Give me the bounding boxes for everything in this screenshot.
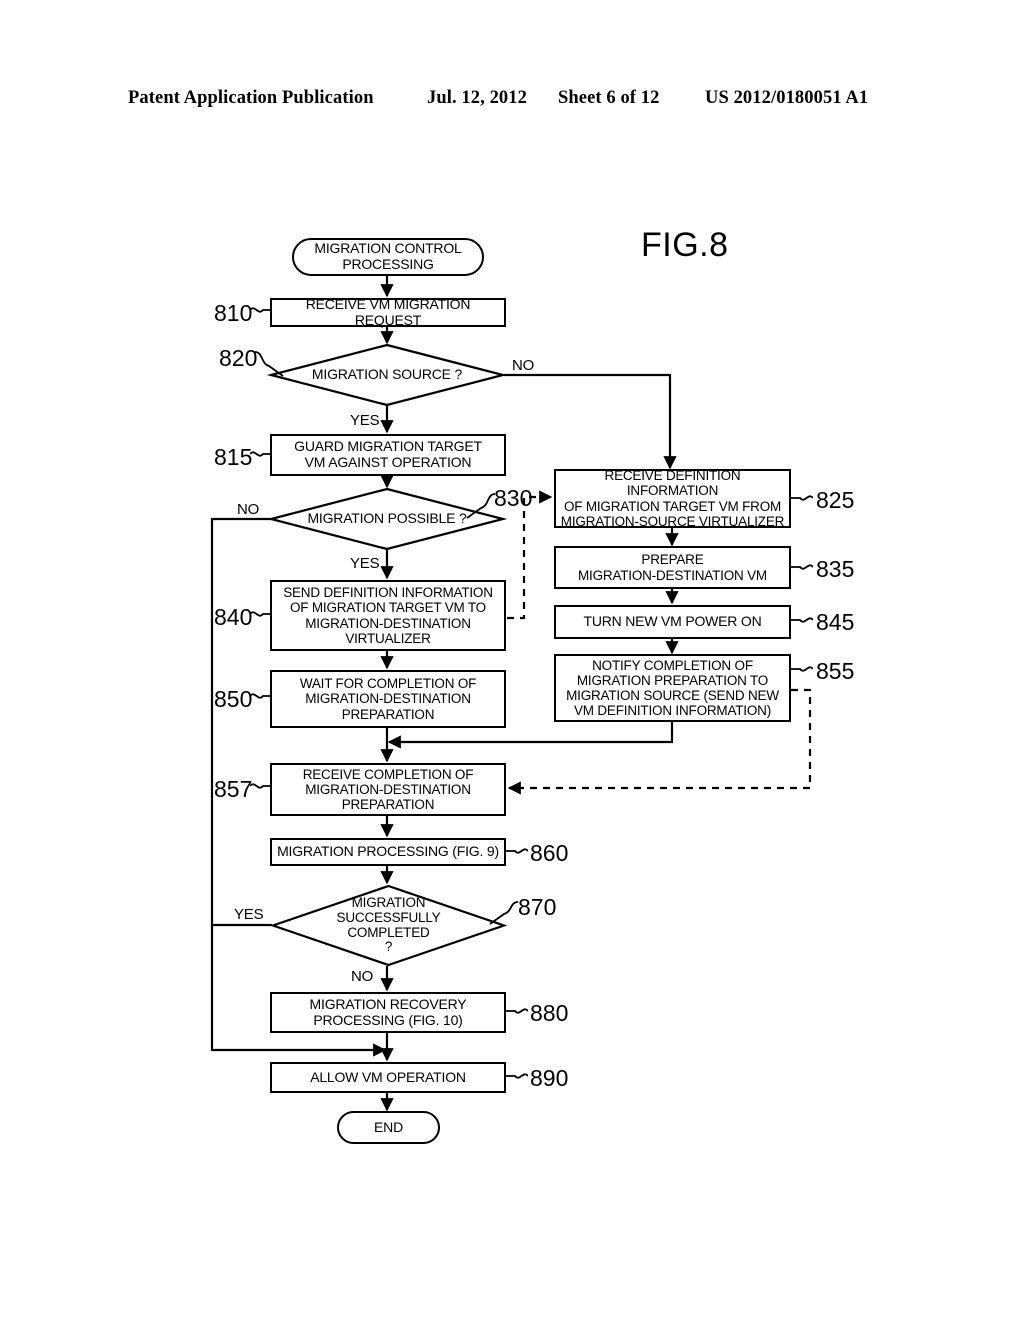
ref-857: 857	[214, 776, 253, 802]
ref-835-leader	[791, 564, 813, 570]
node-825-receive-definition-information: RECEIVE DEFINITION INFORMATION OF MIGRATI…	[554, 468, 791, 529]
node-890-label: ALLOW VM OPERATION	[310, 1068, 466, 1085]
node-870-label: MIGRATION SUCCESSFULLY COMPLETED?	[336, 894, 441, 955]
ref-815: 815	[214, 444, 253, 470]
ref-890: 890	[530, 1065, 569, 1091]
patent-figure-sheet: Patent Application Publication Jul. 12, …	[0, 0, 1024, 1320]
flowchart-connectors	[210, 276, 812, 1112]
branch-label-820-yes: YES	[350, 412, 380, 429]
ref-860: 860	[530, 840, 569, 866]
node-855-notify-completion-of-migration-preparation: NOTIFY COMPLETION OF MIGRATION PREPARATIO…	[554, 654, 791, 722]
node-810-receive-vm-migration-request: RECEIVE VM MIGRATION REQUEST	[270, 295, 506, 328]
ref-840: 840	[214, 604, 253, 630]
ref-825: 825	[816, 487, 855, 513]
ref-845-leader	[791, 617, 813, 623]
node-835-label: PREPARE MIGRATION-DESTINATION VM	[578, 552, 767, 583]
node-880-label: MIGRATION RECOVERY PROCESSING (FIG. 10)	[309, 995, 467, 1028]
ref-860-leader	[506, 848, 528, 854]
node-860-migration-processing: MIGRATION PROCESSING (FIG. 9)	[270, 838, 506, 866]
node-857-receive-completion: RECEIVE COMPLETION OF MIGRATION-DESTINATI…	[270, 763, 506, 816]
ref-820: 820	[219, 345, 258, 371]
node-start-label: MIGRATION CONTROL PROCESSING	[314, 240, 462, 272]
ref-835: 835	[816, 556, 855, 582]
node-840-label: SEND DEFINITION INFORMATION OF MIGRATION …	[283, 585, 493, 646]
branch-label-820-no: NO	[512, 357, 535, 374]
node-845-label: TURN NEW VM POWER ON	[583, 613, 762, 630]
node-845-turn-new-vm-power-on: TURN NEW VM POWER ON	[554, 605, 791, 639]
node-855-label: NOTIFY COMPLETION OF MIGRATION PREPARATIO…	[566, 657, 779, 719]
ref-820-leader	[255, 351, 284, 377]
node-850-label: WAIT FOR COMPLETION OF MIGRATION-DESTINAT…	[299, 676, 477, 722]
ref-830-leader	[466, 493, 495, 519]
branch-label-830-no: NO	[237, 501, 260, 518]
ref-855: 855	[816, 658, 855, 684]
node-830-label: MIGRATION POSSIBLE ?	[307, 510, 467, 527]
node-857-label: RECEIVE COMPLETION OF MIGRATION-DESTINATI…	[302, 766, 474, 813]
ref-810: 810	[214, 300, 253, 326]
ref-825-leader	[791, 495, 813, 501]
ref-857-leader	[250, 783, 272, 789]
node-815-label: GUARD MIGRATION TARGET VM AGAINST OPERATI…	[294, 438, 482, 470]
node-835-prepare-migration-destination-vm: PREPARE MIGRATION-DESTINATION VM	[554, 546, 791, 589]
ref-840-leader	[250, 611, 272, 617]
node-end: END	[337, 1111, 440, 1144]
node-890-allow-vm-operation: ALLOW VM OPERATION	[270, 1062, 506, 1093]
ref-845: 845	[816, 609, 855, 635]
node-860-label: MIGRATION PROCESSING (FIG. 9)	[277, 843, 499, 860]
branch-label-830-yes: YES	[350, 555, 380, 572]
ref-890-leader	[506, 1073, 528, 1079]
ref-880-leader	[506, 1008, 528, 1014]
node-870-migration-successfully-completed-decision: MIGRATION SUCCESSFULLY COMPLETED?	[269, 884, 508, 967]
ref-850: 850	[214, 686, 253, 712]
ref-870-leader	[489, 901, 518, 925]
ref-830: 830	[494, 485, 533, 511]
node-810-label: RECEIVE VM MIGRATION REQUEST	[305, 295, 471, 328]
node-850-wait-for-completion: WAIT FOR COMPLETION OF MIGRATION-DESTINAT…	[270, 670, 506, 728]
ref-815-leader	[250, 451, 272, 457]
node-880-migration-recovery-processing: MIGRATION RECOVERY PROCESSING (FIG. 10)	[270, 992, 506, 1033]
ref-870: 870	[518, 894, 557, 920]
node-820-migration-source-decision: MIGRATION SOURCE ?	[266, 343, 508, 407]
node-820-label: MIGRATION SOURCE ?	[311, 366, 463, 383]
ref-880: 880	[530, 1000, 569, 1026]
node-end-label: END	[374, 1118, 403, 1135]
ref-850-leader	[250, 693, 272, 699]
node-start: MIGRATION CONTROL PROCESSING	[292, 238, 484, 276]
branch-label-870-no: NO	[351, 968, 374, 985]
node-815-guard-migration-target-vm: GUARD MIGRATION TARGET VM AGAINST OPERATI…	[270, 434, 506, 476]
node-825-label: RECEIVE DEFINITION INFORMATION OF MIGRATI…	[560, 468, 785, 529]
ref-810-leader	[250, 307, 272, 313]
branch-label-870-yes: YES	[234, 906, 264, 923]
ref-855-leader	[791, 666, 813, 672]
node-840-send-definition-information: SEND DEFINITION INFORMATION OF MIGRATION …	[270, 580, 506, 651]
